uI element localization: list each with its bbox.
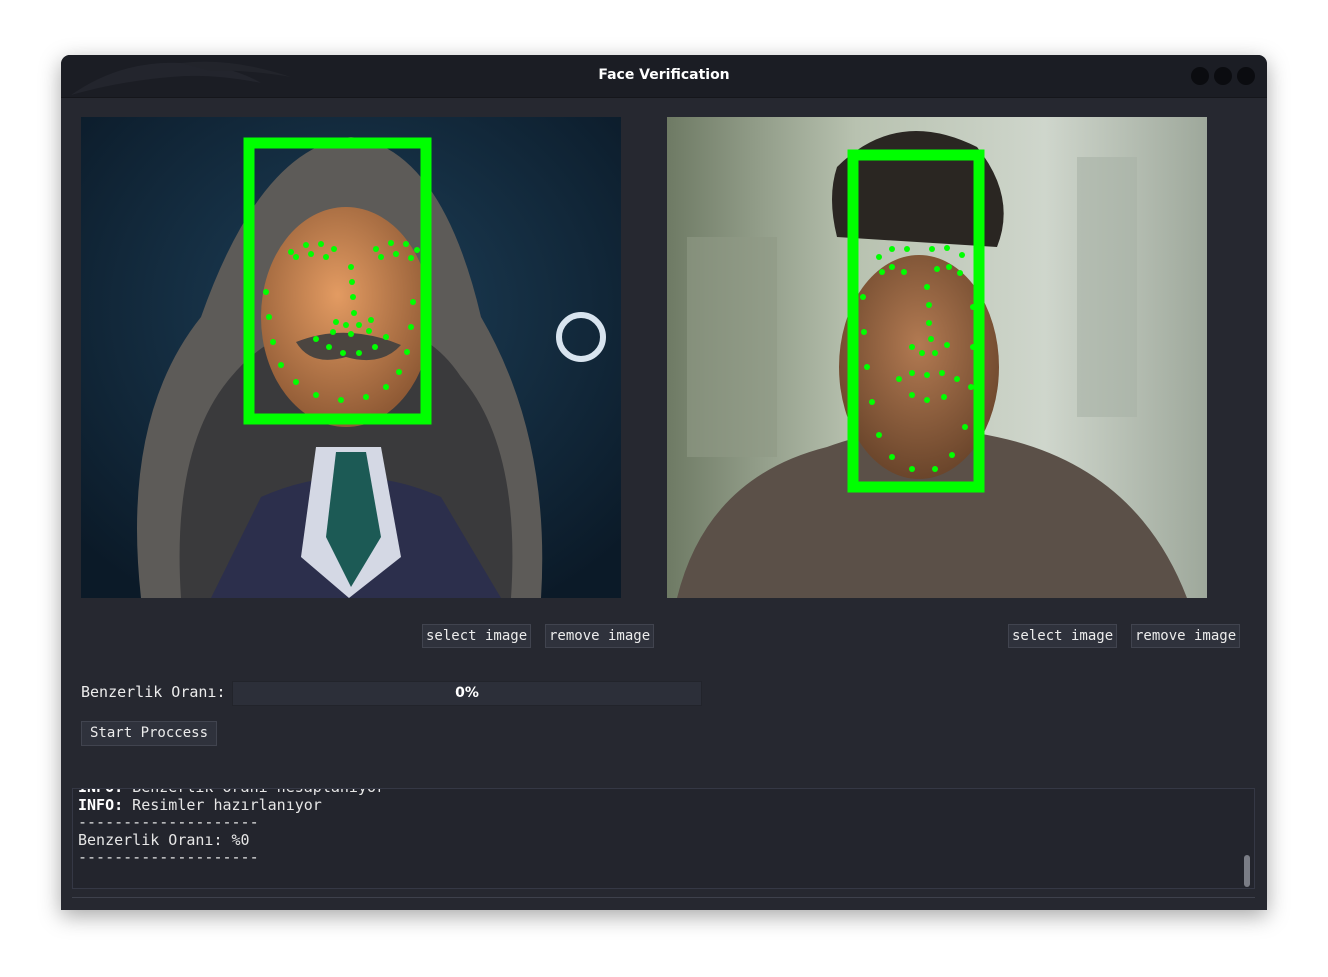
left-face-image	[81, 117, 621, 598]
log-lines: INFO: Benzerlik oranı hesaplanıyorINFO: …	[78, 789, 385, 867]
log-line-text: --------------------	[78, 848, 259, 866]
log-line-text: Resimler hazırlanıyor	[123, 795, 322, 814]
window-title: Face Verification	[598, 67, 730, 83]
left-select-image-button[interactable]: select image	[422, 624, 532, 648]
console-scrollbar[interactable]	[1244, 855, 1250, 887]
similarity-label: Benzerlik Oranı:	[81, 683, 226, 701]
log-line: --------------------	[78, 813, 385, 832]
minimize-button[interactable]	[1191, 67, 1209, 85]
app-window: Face Verification select image remove im…	[61, 55, 1267, 910]
log-line-prefix: INFO:	[78, 795, 124, 814]
right-select-image-button[interactable]: select image	[1008, 624, 1118, 648]
similarity-progress-bar: 0%	[232, 681, 702, 706]
log-line-text: Benzerlik Oranı: %0	[78, 830, 250, 849]
log-console[interactable]: INFO: Benzerlik oranı hesaplanıyorINFO: …	[72, 788, 1255, 889]
maximize-button[interactable]	[1214, 67, 1232, 85]
log-line-text: --------------------	[78, 813, 259, 831]
left-remove-image-button[interactable]: remove image	[545, 624, 655, 648]
progress-text: 0%	[455, 685, 479, 701]
log-line: INFO: Resimler hazırlanıyor	[78, 795, 385, 815]
log-line: --------------------	[78, 848, 385, 867]
title-bar[interactable]: Face Verification	[61, 55, 1267, 98]
close-button[interactable]	[1237, 67, 1255, 85]
start-process-button[interactable]: Start Proccess	[81, 721, 218, 746]
log-line: Benzerlik Oranı: %0	[78, 830, 385, 850]
right-face-image	[667, 117, 1207, 598]
right-remove-image-button[interactable]: remove image	[1131, 624, 1241, 648]
bottom-divider	[72, 897, 1255, 898]
